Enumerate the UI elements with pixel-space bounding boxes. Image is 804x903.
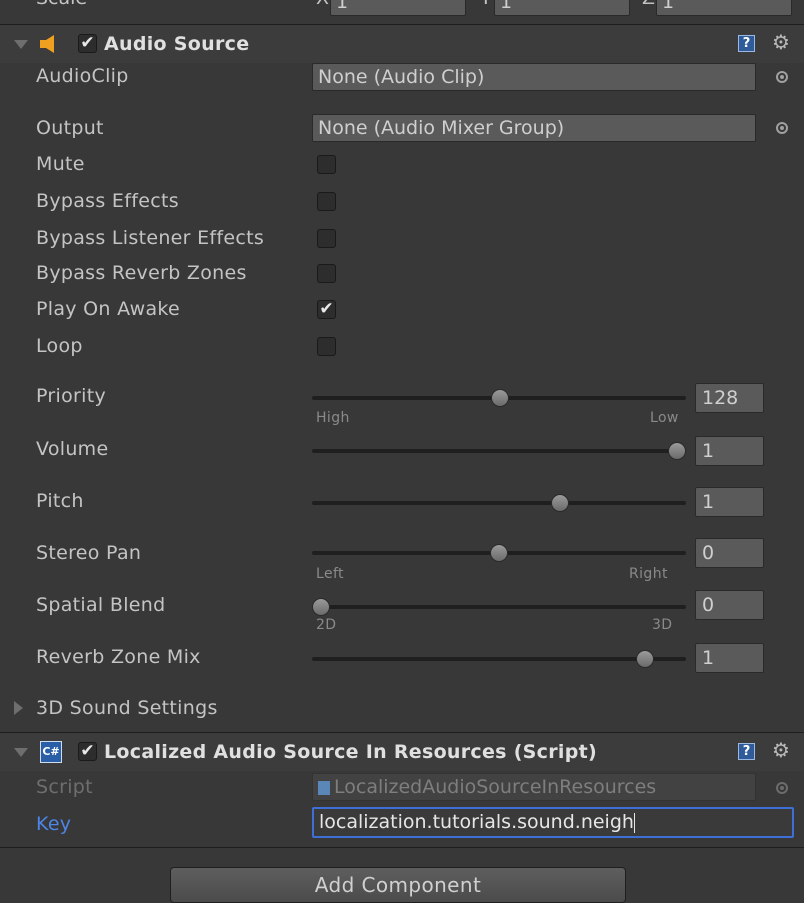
3d-sound-settings-foldout[interactable]: 3D Sound Settings (36, 697, 218, 719)
output-field[interactable]: None (Audio Mixer Group) (312, 114, 756, 142)
bypass-reverb-zones-checkbox[interactable] (317, 264, 336, 283)
key-input[interactable]: localization.tutorials.sound.neigh (312, 807, 794, 838)
reverb-zone-mix-value-field[interactable]: 1 (695, 643, 764, 673)
spatial-blend-max-label: 3D (652, 617, 673, 633)
help-icon[interactable]: ? (738, 35, 755, 52)
mute-label: Mute (36, 153, 85, 175)
stereo-pan-max-label: Right (629, 566, 668, 582)
play-on-awake-label: Play On Awake (36, 298, 181, 320)
mute-checkbox[interactable] (317, 155, 336, 174)
spatial-blend-value-field[interactable]: 0 (695, 590, 764, 620)
spatial-blend-slider-track[interactable] (312, 605, 686, 609)
pitch-label: Pitch (36, 490, 84, 512)
priority-label: Priority (36, 385, 107, 407)
scale-x-field[interactable]: 1 (330, 0, 466, 16)
foldout-open-icon[interactable] (14, 748, 28, 757)
scale-z-label: Z (642, 0, 655, 9)
audio-source-title: Audio Source (104, 33, 250, 55)
stereo-pan-min-label: Left (316, 566, 344, 582)
help-icon[interactable]: ? (738, 743, 755, 760)
stereo-pan-value-field[interactable]: 0 (695, 538, 764, 568)
key-label: Key (36, 813, 72, 835)
spatial-blend-label: Spatial Blend (36, 594, 166, 616)
gear-icon[interactable]: ⚙ (772, 32, 790, 52)
priority-max-label: Low (650, 410, 679, 426)
pitch-value-field[interactable]: 1 (695, 487, 764, 517)
pitch-slider-knob[interactable] (550, 494, 569, 512)
speaker-icon (40, 35, 54, 53)
reverb-zone-mix-slider-track[interactable] (312, 657, 686, 661)
audio-source-header[interactable]: ✔ Audio Source ? ⚙ (0, 25, 804, 63)
output-picker-icon[interactable] (776, 122, 788, 134)
loop-label: Loop (36, 335, 83, 357)
bypass-effects-checkbox[interactable] (317, 192, 336, 211)
priority-slider-knob[interactable] (490, 389, 509, 407)
volume-slider-knob[interactable] (668, 442, 686, 460)
scale-x-label: X (316, 0, 329, 9)
foldout-closed-icon[interactable] (14, 701, 23, 715)
pitch-slider-track[interactable] (312, 501, 686, 505)
audio-clip-label: AudioClip (36, 65, 129, 87)
output-label: Output (36, 117, 104, 139)
priority-min-label: High (316, 410, 350, 426)
localized-audio-source-header[interactable]: C# ✔ Localized Audio Source In Resources… (0, 733, 804, 771)
localized-enabled-checkbox[interactable]: ✔ (78, 742, 97, 761)
script-asset-icon (318, 780, 330, 795)
volume-label: Volume (36, 438, 109, 460)
script-picker-icon (776, 782, 788, 794)
gear-icon[interactable]: ⚙ (772, 740, 790, 760)
spatial-blend-min-label: 2D (316, 617, 337, 633)
scale-y-field[interactable]: 1 (494, 0, 630, 16)
volume-slider-track[interactable] (312, 449, 686, 453)
scale-label: Scale (36, 0, 87, 9)
priority-value-field[interactable]: 128 (695, 383, 764, 413)
bypass-listener-effects-label: Bypass Listener Effects (36, 227, 265, 249)
reverb-zone-mix-label: Reverb Zone Mix (36, 646, 201, 668)
bypass-effects-label: Bypass Effects (36, 190, 179, 212)
bypass-reverb-zones-label: Bypass Reverb Zones (36, 262, 247, 284)
bypass-listener-effects-checkbox[interactable] (317, 229, 336, 248)
script-field: LocalizedAudioSourceInResources (312, 773, 756, 801)
stereo-pan-label: Stereo Pan (36, 542, 142, 564)
transform-scale-row: Scale X 1 Y 1 Z 1 (0, 0, 804, 20)
volume-value-field[interactable]: 1 (695, 436, 764, 466)
text-cursor (633, 812, 635, 833)
stereo-pan-slider-knob[interactable] (490, 544, 508, 562)
script-icon: C# (40, 741, 62, 763)
reverb-zone-mix-slider-knob[interactable] (635, 650, 654, 668)
audio-source-enabled-checkbox[interactable]: ✔ (78, 34, 97, 53)
scale-z-field[interactable]: 1 (656, 0, 792, 16)
foldout-open-icon[interactable] (14, 40, 28, 49)
scale-y-label: Y (480, 0, 492, 9)
audio-clip-picker-icon[interactable] (776, 71, 788, 83)
localized-audio-source-title: Localized Audio Source In Resources (Scr… (104, 741, 597, 763)
audio-clip-field[interactable]: None (Audio Clip) (312, 63, 756, 91)
script-label: Script (36, 776, 93, 798)
play-on-awake-checkbox[interactable]: ✔ (317, 300, 336, 319)
loop-checkbox[interactable] (317, 337, 336, 356)
spatial-blend-slider-knob[interactable] (312, 598, 330, 616)
